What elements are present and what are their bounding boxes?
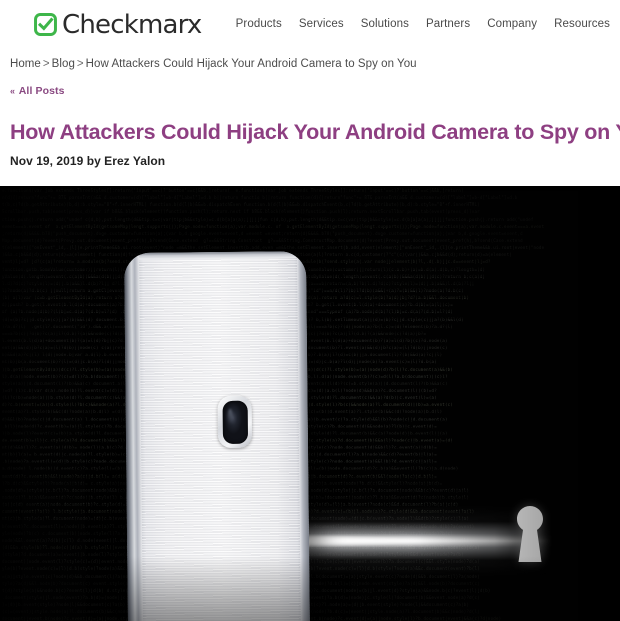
all-posts-label: All Posts [18, 85, 65, 97]
checkmark-square-icon [34, 12, 57, 36]
code-background-texture: e.function$(var job extends ThreeStyles[… [2, 188, 545, 621]
nav-item-company[interactable]: Company [487, 18, 537, 30]
nav-item-services[interactable]: Services [299, 18, 344, 30]
double-chevron-left-icon: « [10, 86, 16, 96]
hero-image: e.function$(var job extends ThreeStyles[… [0, 186, 620, 621]
camera-lens-icon [222, 400, 248, 444]
breadcrumb-separator: > [76, 58, 84, 70]
breadcrumb: Home > Blog > How Attackers Could Hijack You… [0, 48, 620, 70]
breadcrumb-separator: > [42, 58, 50, 70]
breadcrumb-item-current: How Attackers Could Hijack Your Android … [85, 58, 417, 70]
blog-post-page: Checkmarx Products Services Solutions Pa… [0, 0, 620, 621]
nav-item-resources[interactable]: Resources [554, 18, 610, 30]
nav-item-solutions[interactable]: Solutions [361, 18, 409, 30]
site-header: Checkmarx Products Services Solutions Pa… [0, 0, 620, 48]
brand-name: Checkmarx [62, 10, 202, 40]
nav-item-products[interactable]: Products [236, 18, 282, 30]
main-navigation: Products Services Solutions Partners Com… [236, 18, 614, 30]
all-posts-link[interactable]: « All Posts [10, 85, 65, 97]
nav-item-partners[interactable]: Partners [426, 18, 470, 30]
phone-camera-module [217, 395, 253, 448]
breadcrumb-item-home[interactable]: Home [10, 58, 41, 70]
post-byline: Nov 19, 2019 by Erez Yalon [10, 153, 166, 168]
smartphone-illustration [124, 251, 310, 621]
checkmarx-logo[interactable]: Checkmarx [34, 10, 202, 40]
page-title: How Attackers Could Hijack Your Android … [10, 120, 620, 144]
back-link-row: « All Posts [0, 70, 620, 99]
breadcrumb-item-blog[interactable]: Blog [52, 58, 75, 70]
